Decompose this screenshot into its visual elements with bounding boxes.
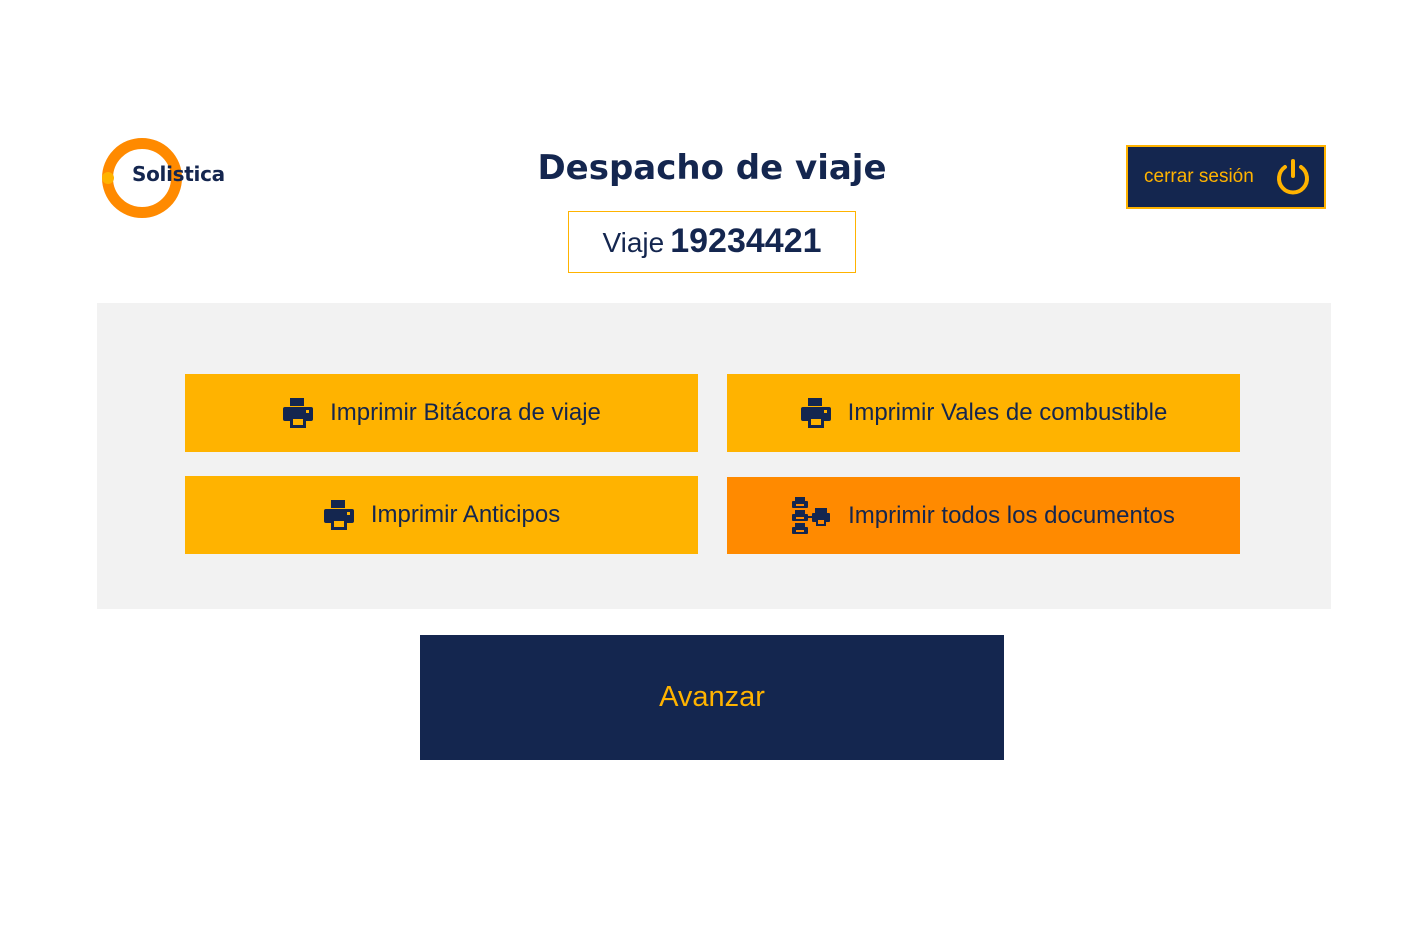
power-icon [1277,159,1309,195]
trip-number-box: Viaje 19234421 [568,211,856,273]
logo-text: Solistica [132,162,225,186]
trip-label: Viaje [602,227,665,258]
print-all-button[interactable]: Imprimir todos los documentos [727,477,1240,554]
print-bitacora-label: Imprimir Bitácora de viaje [330,399,601,426]
print-vales-button[interactable]: Imprimir Vales de combustible [727,374,1240,452]
multiple-printers-icon [792,496,831,534]
logo-dot [102,172,114,184]
print-anticipos-button[interactable]: Imprimir Anticipos [185,476,698,554]
printer-icon [323,500,354,530]
print-actions-panel: Imprimir Bitácora de viaje Imprimir Vale… [97,303,1331,609]
page-title: Despacho de viaje [537,148,887,188]
solistica-logo: Solistica [102,138,342,218]
advance-label: Avanzar [659,681,765,713]
print-vales-label: Imprimir Vales de combustible [847,399,1168,426]
printer-icon [800,398,831,428]
advance-button[interactable]: Avanzar [420,635,1004,760]
trip-number: 19234421 [670,222,822,260]
print-bitacora-button[interactable]: Imprimir Bitácora de viaje [185,374,698,452]
print-all-label: Imprimir todos los documentos [848,501,1175,529]
print-anticipos-label: Imprimir Anticipos [370,501,561,528]
printer-icon [283,398,314,428]
logout-button[interactable]: cerrar sesión [1126,145,1326,209]
logout-label: cerrar sesión [1144,166,1254,187]
